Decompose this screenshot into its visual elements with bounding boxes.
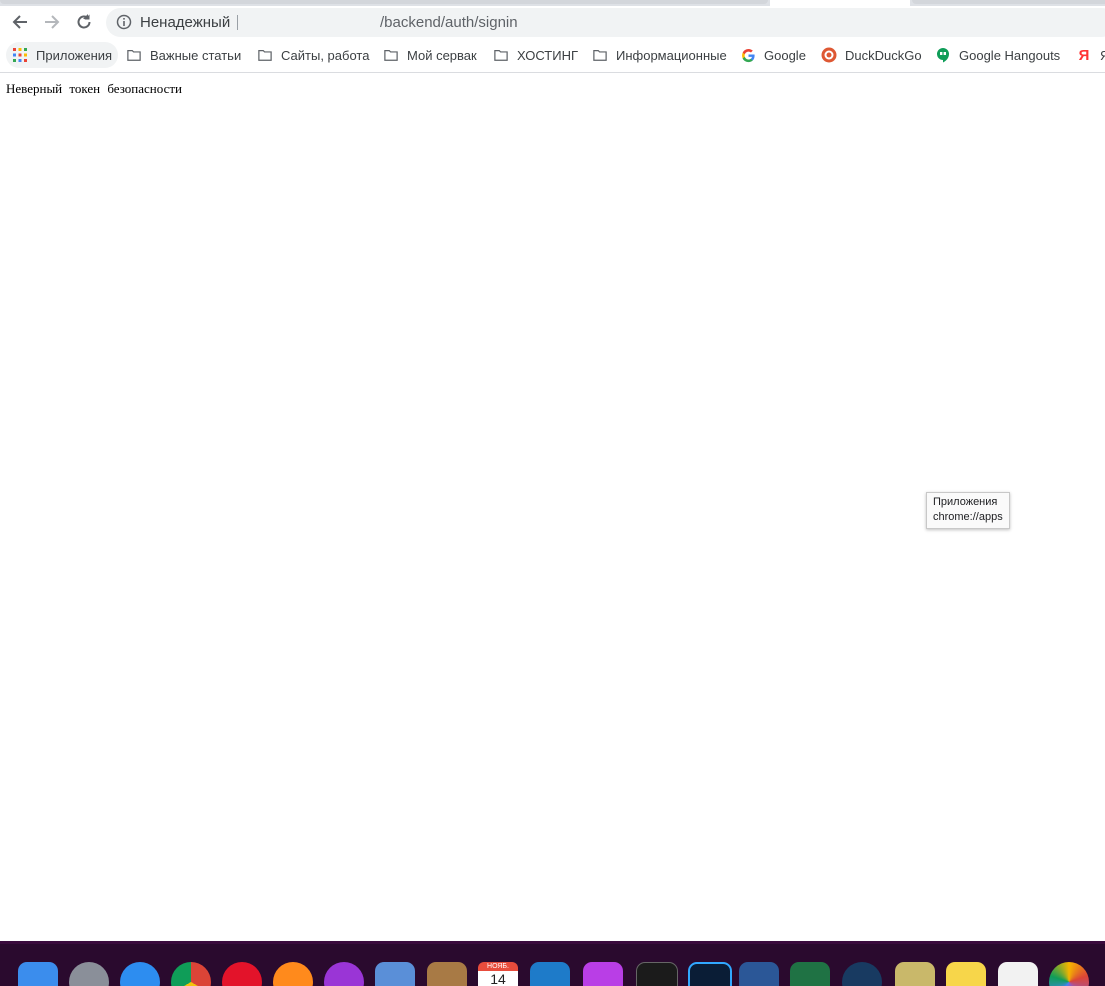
apps-grid-icon (12, 47, 28, 63)
tab-inactive-left[interactable] (0, 0, 768, 4)
duckduckgo-icon (821, 47, 837, 63)
safari-icon[interactable] (120, 962, 160, 986)
archive-icon[interactable] (895, 962, 935, 986)
error-message: Неверный токен безопасности (6, 81, 182, 96)
podcasts-icon[interactable] (324, 962, 364, 986)
forward-button[interactable] (39, 9, 65, 35)
reminders-icon[interactable] (998, 962, 1038, 986)
launchpad-icon[interactable] (69, 962, 109, 986)
folder-icon (592, 47, 608, 63)
bookmark-hangouts[interactable]: Google Hangouts (935, 42, 1060, 68)
bookmark-label: DuckDuckGo (845, 47, 922, 63)
tooltip-title: Приложения (933, 496, 998, 508)
reload-button[interactable] (71, 9, 97, 35)
photos-icon[interactable] (1049, 962, 1089, 986)
firefox-icon[interactable] (273, 962, 313, 986)
folder-icon (383, 47, 399, 63)
opera-icon[interactable] (222, 962, 262, 986)
bookmark-label: Приложения (36, 47, 113, 63)
hangouts-icon (935, 47, 951, 63)
address-bar[interactable]: Ненадежный /backend/auth/signin (106, 8, 1105, 37)
calendar-day: 14 (490, 971, 506, 986)
vscode-icon[interactable] (530, 962, 570, 986)
calendar-icon[interactable]: НОЯБ. 14 (478, 962, 518, 986)
bookmark-label: ХОСТИНГ (517, 47, 579, 63)
bookmark-folder-vazhnye[interactable]: Важные статьи (126, 42, 241, 68)
contacts-icon[interactable] (427, 962, 467, 986)
bookmarks-bar: Приложения Важные статьи Сайты, работа М… (0, 38, 1105, 73)
bookmark-apps[interactable]: Приложения (6, 42, 119, 68)
bookmark-label: Я (1100, 47, 1105, 63)
bookmark-folder-hosting[interactable]: ХОСТИНГ (493, 42, 578, 68)
bookmark-folder-server[interactable]: Мой сервак (383, 42, 477, 68)
back-button[interactable] (7, 9, 33, 35)
bookmark-label: Мой сервак (407, 47, 477, 63)
excel-icon[interactable] (790, 962, 830, 986)
chrome-icon[interactable] (171, 962, 211, 986)
browser-toolbar: Ненадежный /backend/auth/signin (0, 6, 1105, 38)
bookmark-label: Важные статьи (150, 47, 242, 63)
bookmark-google[interactable]: Google (740, 42, 806, 68)
phpstorm-icon[interactable] (583, 962, 623, 986)
folder-icon (257, 47, 273, 63)
tab-inactive-right[interactable] (912, 0, 1105, 4)
reload-icon (77, 14, 91, 29)
google-icon (740, 47, 756, 63)
terminal-icon[interactable] (636, 962, 678, 986)
bookmark-duckduckgo[interactable]: DuckDuckGo (821, 42, 922, 68)
omnibox-divider (237, 15, 238, 30)
bookmark-folder-saity[interactable]: Сайты, работа (257, 42, 369, 68)
bookmark-folder-info[interactable]: Информационные (592, 42, 727, 68)
folder-icon (126, 47, 142, 63)
arrow-right-icon (45, 15, 60, 29)
mail-icon[interactable] (375, 962, 415, 986)
bookmark-label: Google Hangouts (959, 47, 1061, 63)
bookmark-yandex[interactable]: Я Я (1076, 42, 1105, 68)
word-icon[interactable] (739, 962, 779, 986)
arrow-left-icon (12, 15, 27, 29)
bookmark-label: Сайты, работа (281, 47, 370, 63)
macos-dock: НОЯБ. 14 (0, 944, 1105, 986)
calendar-month: НОЯБ. (478, 962, 518, 971)
photoshop-icon[interactable] (688, 962, 732, 986)
finder-icon[interactable] (18, 962, 58, 986)
tooltip-url: chrome://apps (933, 511, 1003, 523)
bookmark-label: Google (764, 47, 806, 63)
tooltip: Приложения chrome://apps (926, 492, 1010, 529)
notes-icon[interactable] (946, 962, 986, 986)
folder-icon (493, 47, 509, 63)
info-icon[interactable] (116, 14, 132, 30)
redacted-host (246, 13, 381, 32)
yandex-icon: Я (1078, 46, 1090, 64)
bookmark-label: Информационные (616, 47, 727, 63)
url-text[interactable]: /backend/auth/signin (380, 14, 518, 31)
virtualbox-icon[interactable] (842, 962, 882, 986)
security-label[interactable]: Ненадежный (140, 14, 230, 31)
